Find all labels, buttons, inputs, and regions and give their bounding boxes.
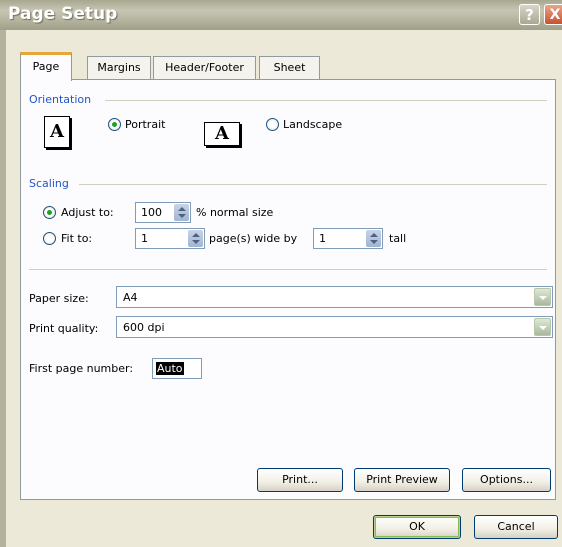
section-divider	[29, 269, 547, 270]
fit-to-wide-suffix: page(s) wide by	[209, 232, 298, 245]
tab-margins[interactable]: Margins	[87, 56, 151, 80]
print-preview-button[interactable]: Print Preview	[354, 468, 450, 492]
paper-size-label: Paper size:	[29, 292, 89, 305]
page-tab-panel: Orientation A Portrait A Landscape Scali…	[20, 79, 556, 500]
close-icon[interactable]: X	[544, 4, 562, 25]
fit-to-wide-value: 1	[141, 232, 148, 245]
first-page-number-label: First page number:	[29, 362, 134, 375]
first-page-number-field[interactable]: Auto	[152, 358, 202, 379]
adjust-to-value: 100	[141, 206, 162, 219]
portrait-radio[interactable]	[108, 118, 121, 131]
print-quality-select[interactable]: 600 dpi	[116, 316, 553, 338]
spinner-arrows-icon[interactable]	[188, 230, 203, 247]
tab-sheet[interactable]: Sheet	[259, 56, 320, 80]
adjust-to-radio[interactable]	[43, 206, 56, 219]
landscape-label[interactable]: Landscape	[283, 118, 342, 131]
adjust-to-label[interactable]: Adjust to:	[61, 206, 114, 219]
orientation-divider	[105, 100, 547, 101]
page-portrait-icon: A	[44, 116, 70, 148]
title-bar[interactable]: Page Setup ? X	[0, 0, 562, 30]
paper-size-select[interactable]: A4	[116, 286, 553, 308]
adjust-to-spinner[interactable]: 100	[135, 202, 191, 223]
fit-to-label[interactable]: Fit to:	[61, 232, 92, 245]
portrait-label[interactable]: Portrait	[125, 118, 165, 131]
orientation-group-label: Orientation	[29, 93, 92, 106]
fit-to-tall-value: 1	[319, 232, 326, 245]
window-frame	[0, 30, 6, 547]
paper-size-value: A4	[123, 291, 138, 304]
landscape-radio[interactable]	[266, 118, 279, 131]
print-quality-value: 600 dpi	[123, 321, 165, 334]
fit-to-tall-suffix: tall	[389, 232, 407, 245]
scaling-divider	[79, 184, 547, 185]
options-button[interactable]: Options...	[462, 468, 551, 492]
cancel-button[interactable]: Cancel	[474, 515, 558, 539]
ok-button[interactable]: OK	[373, 515, 461, 539]
window-title: Page Setup	[8, 4, 118, 24]
tab-header-footer[interactable]: Header/Footer	[153, 56, 256, 80]
print-quality-label: Print quality:	[29, 322, 99, 335]
spinner-arrows-icon[interactable]	[366, 230, 381, 247]
fit-to-radio[interactable]	[43, 232, 56, 245]
first-page-number-value: Auto	[156, 362, 184, 375]
chevron-down-icon[interactable]	[534, 288, 551, 306]
tab-page[interactable]: Page	[20, 52, 72, 81]
fit-to-tall-spinner[interactable]: 1	[313, 228, 383, 249]
fit-to-wide-spinner[interactable]: 1	[135, 228, 205, 249]
scaling-group-label: Scaling	[29, 177, 69, 190]
chevron-down-icon[interactable]	[534, 318, 551, 336]
help-icon[interactable]: ?	[519, 4, 540, 25]
print-button[interactable]: Print...	[257, 468, 343, 492]
adjust-to-suffix: % normal size	[196, 206, 274, 219]
page-landscape-icon: A	[204, 122, 240, 146]
spinner-arrows-icon[interactable]	[174, 204, 189, 221]
